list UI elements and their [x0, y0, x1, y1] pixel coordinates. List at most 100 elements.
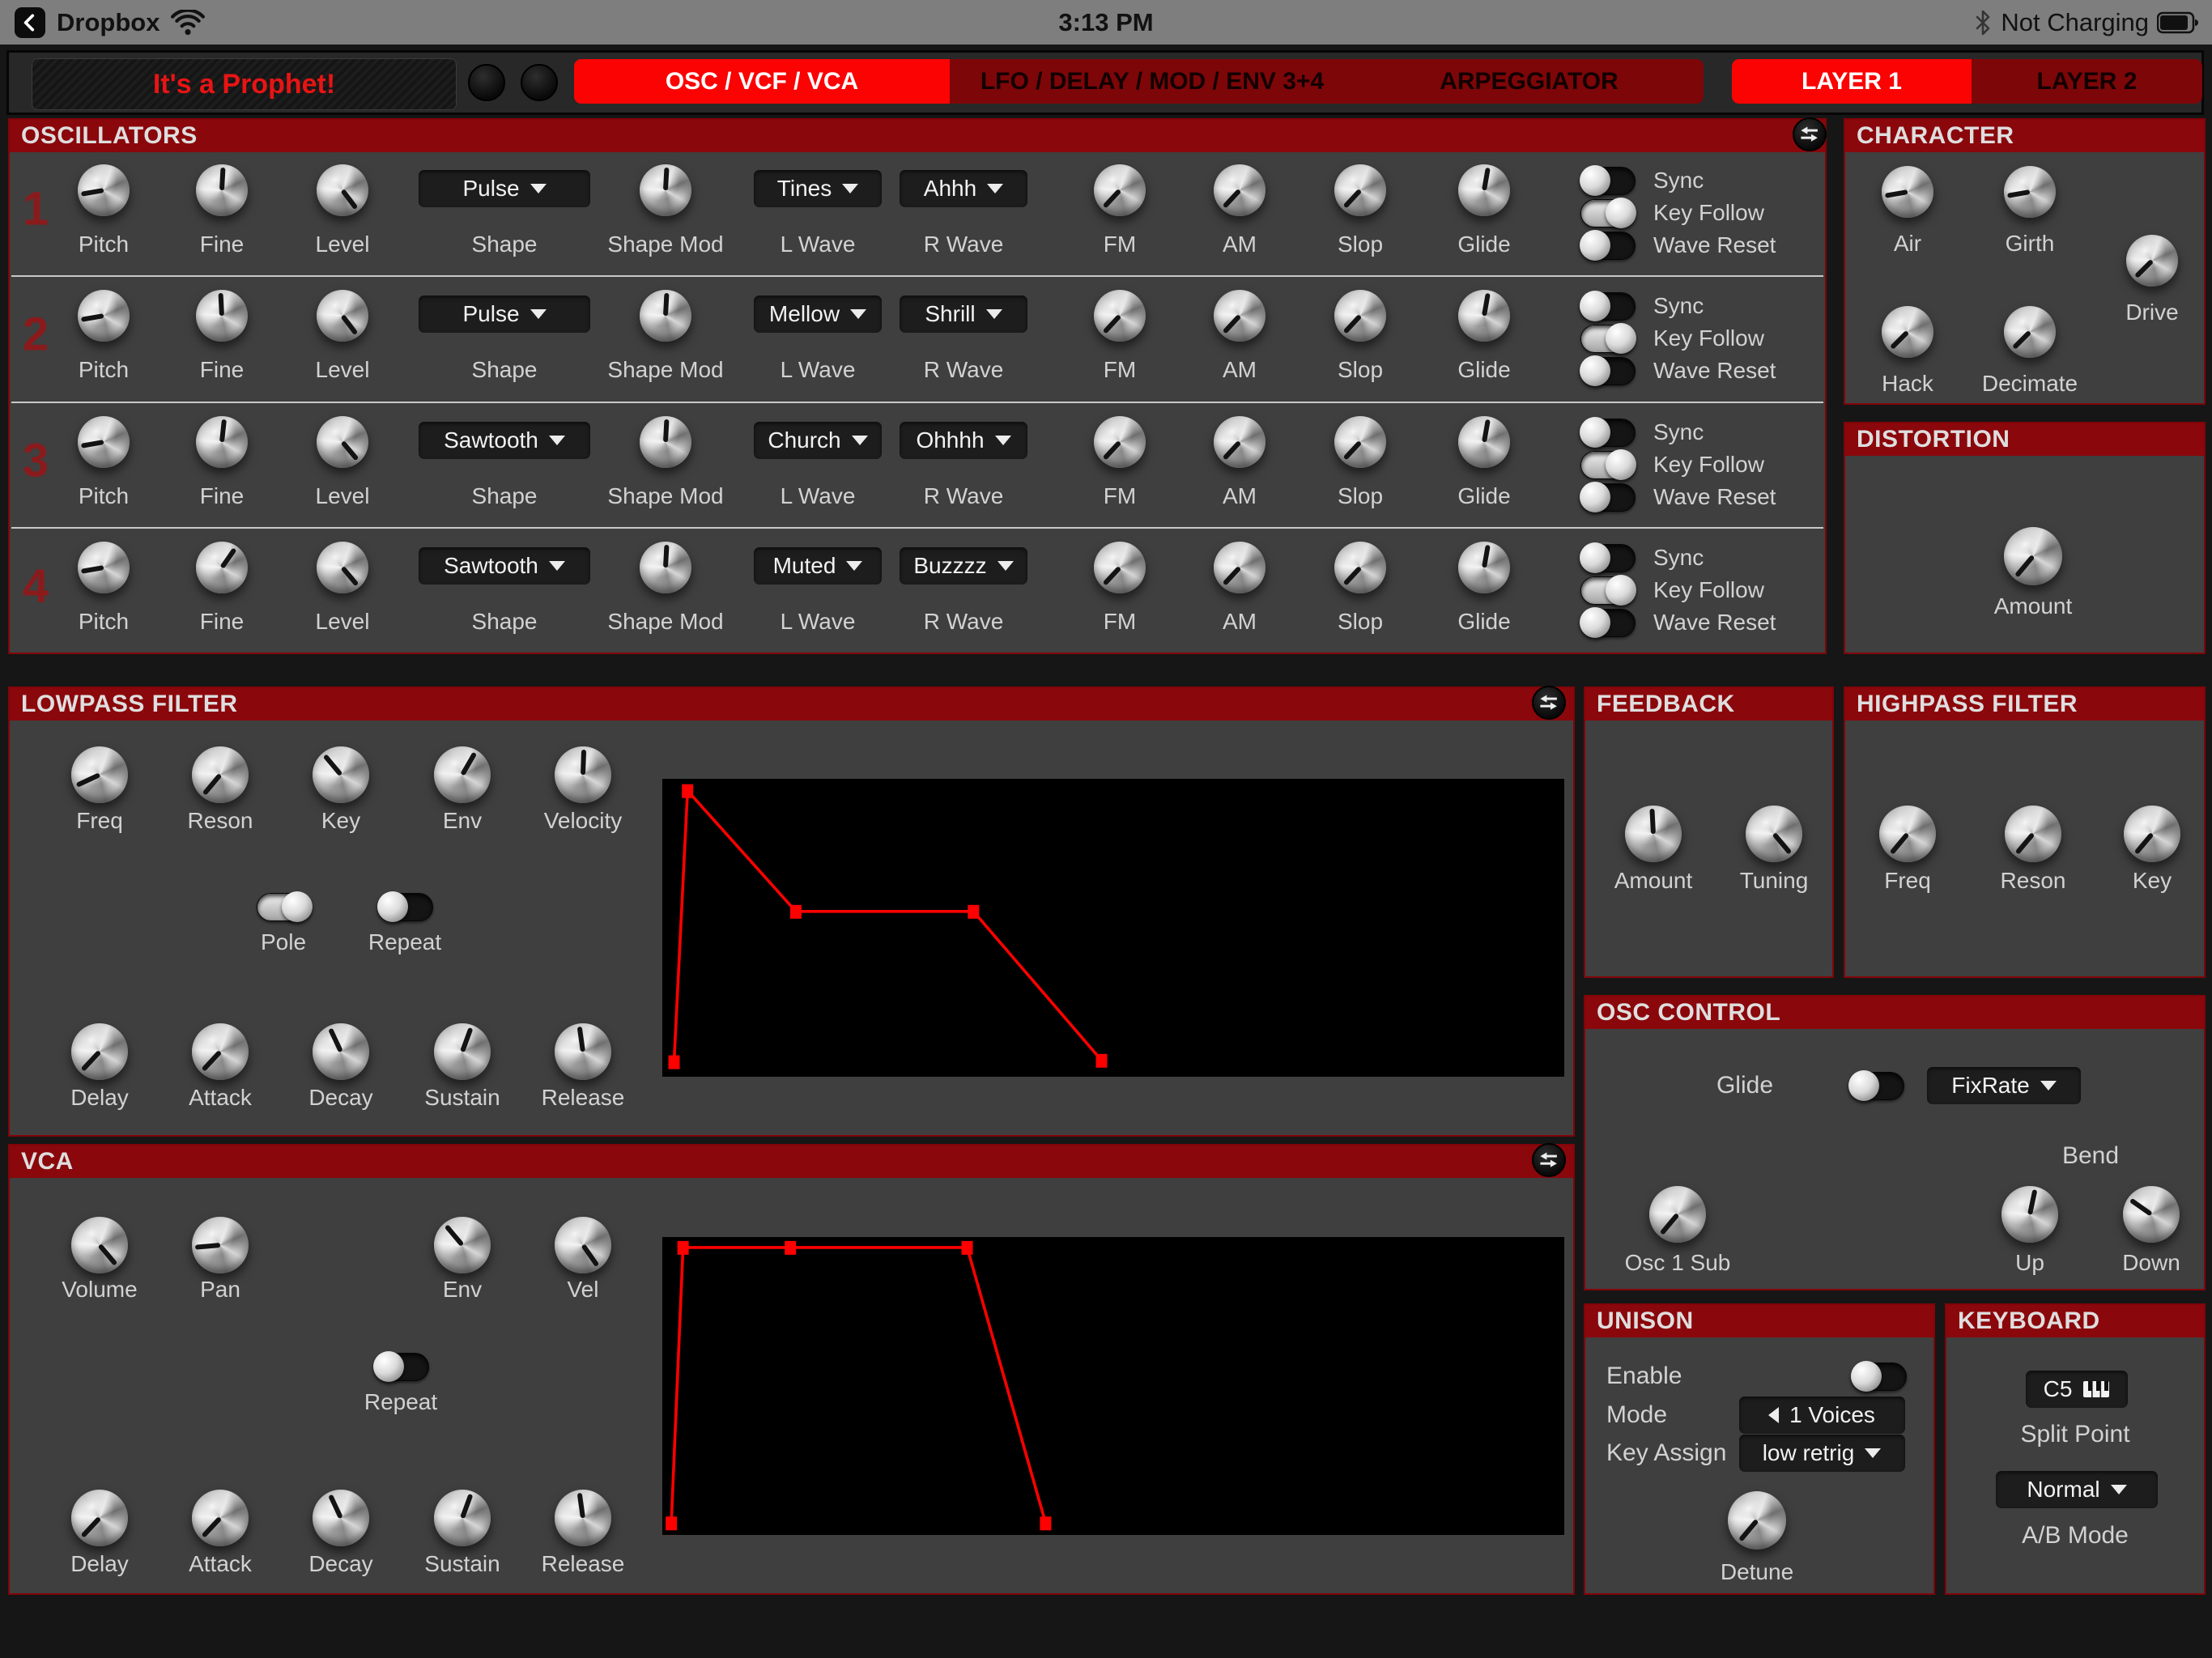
vca-env-release-knob[interactable]: [555, 1490, 611, 1546]
osc1-am-knob[interactable]: [1214, 164, 1266, 216]
osc-control-rate-dropdown[interactable]: FixRate: [1927, 1067, 2081, 1104]
osc2-level-knob[interactable]: [317, 290, 368, 342]
preset-prev-swap-button[interactable]: [468, 64, 505, 101]
osc3-key-follow-toggle[interactable]: [1580, 451, 1636, 479]
osc2-fine-knob[interactable]: [196, 290, 248, 342]
vca-env-sustain-knob[interactable]: [434, 1490, 491, 1546]
osc2-slop-knob[interactable]: [1334, 290, 1386, 342]
osc4-wave-reset-toggle[interactable]: [1580, 609, 1636, 637]
osc1-shape-dropdown[interactable]: Pulse: [419, 170, 590, 207]
osc1-l-wave-dropdown[interactable]: Tines: [754, 170, 882, 207]
osc4-key-follow-toggle[interactable]: [1580, 576, 1636, 605]
highpass-freq-knob[interactable]: [1879, 806, 1936, 862]
vca-env-delay-knob[interactable]: [71, 1490, 128, 1546]
osc2-sync-toggle[interactable]: [1580, 292, 1636, 321]
unison-enable-toggle[interactable]: [1852, 1363, 1907, 1391]
osc3-shape-dropdown[interactable]: Sawtooth: [419, 422, 590, 459]
lowpass-env-decay-knob[interactable]: [313, 1023, 369, 1080]
osc2-shape-mod-knob[interactable]: [640, 290, 691, 342]
osc-control-down-knob[interactable]: [2123, 1186, 2180, 1243]
osc1-wave-reset-toggle[interactable]: [1580, 232, 1636, 260]
osc4-slop-knob[interactable]: [1334, 542, 1386, 593]
vca-repeat-toggle[interactable]: [374, 1353, 429, 1381]
character-drive-knob[interactable]: [2126, 235, 2178, 287]
tab-arpeggiator[interactable]: ARPEGGIATOR: [1355, 59, 1704, 104]
osc1-level-knob[interactable]: [317, 164, 368, 216]
osc4-r-wave-dropdown[interactable]: Buzzzz: [900, 547, 1027, 585]
osc1-key-follow-toggle[interactable]: [1580, 199, 1636, 227]
osc2-key-follow-toggle[interactable]: [1580, 325, 1636, 353]
osc3-level-knob[interactable]: [317, 416, 368, 468]
osc2-r-wave-dropdown[interactable]: Shrill: [900, 295, 1027, 333]
highpass-key-knob[interactable]: [2124, 806, 2180, 862]
osc4-fine-knob[interactable]: [196, 542, 248, 593]
highpass-reson-knob[interactable]: [2005, 806, 2061, 862]
osc-control-osc-1-sub-knob[interactable]: [1649, 1186, 1706, 1243]
tab-lfo-delay-mod-env[interactable]: LFO / DELAY / MOD / ENV 3+4: [950, 59, 1355, 104]
tab-layer-2[interactable]: LAYER 2: [1972, 59, 2202, 104]
lowpass-reson-knob[interactable]: [192, 746, 249, 803]
osc4-am-knob[interactable]: [1214, 542, 1266, 593]
osc1-r-wave-dropdown[interactable]: Ahhh: [900, 170, 1027, 207]
osc3-shape-mod-knob[interactable]: [640, 416, 691, 468]
unison-mode-dropdown[interactable]: 1 Voices: [1739, 1397, 1905, 1434]
keyboard-mode-dropdown[interactable]: Normal: [1996, 1471, 2158, 1508]
osc2-pitch-knob[interactable]: [78, 290, 130, 342]
osc4-sync-toggle[interactable]: [1580, 544, 1636, 572]
preset-name-display[interactable]: It's a Prophet!: [32, 58, 457, 110]
lowpass-key-knob[interactable]: [313, 746, 369, 803]
character-girth-knob[interactable]: [2004, 166, 2056, 218]
vca-pan-knob[interactable]: [192, 1217, 249, 1273]
vca-env-decay-knob[interactable]: [313, 1490, 369, 1546]
osc-control-glide-toggle[interactable]: [1849, 1072, 1904, 1100]
osc3-r-wave-dropdown[interactable]: Ohhhh: [900, 422, 1027, 459]
osc3-l-wave-dropdown[interactable]: Church: [754, 422, 882, 459]
lowpass-env-sustain-knob[interactable]: [434, 1023, 491, 1080]
lowpass-pole-toggle[interactable]: [257, 893, 312, 921]
vca-env-knob[interactable]: [434, 1217, 491, 1273]
osc3-pitch-knob[interactable]: [78, 416, 130, 468]
lowpass-freq-knob[interactable]: [71, 746, 128, 803]
oscillators-copy-swap-button[interactable]: [1793, 117, 1827, 151]
osc3-sync-toggle[interactable]: [1580, 419, 1636, 447]
unison-detune-knob[interactable]: [1728, 1491, 1786, 1550]
feedback-amount-knob[interactable]: [1625, 806, 1682, 862]
character-decimate-knob[interactable]: [2004, 306, 2056, 358]
preset-next-swap-button[interactable]: [521, 64, 558, 101]
osc1-sync-toggle[interactable]: [1580, 167, 1636, 195]
lowpass-envelope-graph[interactable]: [662, 779, 1564, 1077]
lowpass-repeat-toggle[interactable]: [378, 893, 433, 921]
feedback-tuning-knob[interactable]: [1746, 806, 1802, 862]
osc2-l-wave-dropdown[interactable]: Mellow: [754, 295, 882, 333]
lowpass-velocity-knob[interactable]: [555, 746, 611, 803]
osc4-shape-dropdown[interactable]: Sawtooth: [419, 547, 590, 585]
osc4-l-wave-dropdown[interactable]: Muted: [754, 547, 882, 585]
lowpass-copy-swap-button[interactable]: [1532, 686, 1566, 720]
vca-vel-knob[interactable]: [555, 1217, 611, 1273]
character-air-knob[interactable]: [1882, 166, 1933, 218]
osc3-glide-knob[interactable]: [1458, 416, 1510, 468]
lowpass-env-knob[interactable]: [434, 746, 491, 803]
osc1-fine-knob[interactable]: [196, 164, 248, 216]
vca-copy-swap-button[interactable]: [1532, 1143, 1566, 1177]
osc2-shape-dropdown[interactable]: Pulse: [419, 295, 590, 333]
osc3-wave-reset-toggle[interactable]: [1580, 483, 1636, 512]
osc3-slop-knob[interactable]: [1334, 416, 1386, 468]
osc1-slop-knob[interactable]: [1334, 164, 1386, 216]
osc2-wave-reset-toggle[interactable]: [1580, 357, 1636, 385]
lowpass-env-attack-knob[interactable]: [192, 1023, 249, 1080]
distortion-amount-knob[interactable]: [2004, 527, 2062, 585]
character-hack-knob[interactable]: [1882, 306, 1933, 358]
osc2-glide-knob[interactable]: [1458, 290, 1510, 342]
tab-osc-vcf-vca[interactable]: OSC / VCF / VCA: [574, 59, 950, 104]
osc1-glide-knob[interactable]: [1458, 164, 1510, 216]
osc-control-up-knob[interactable]: [2001, 1186, 2058, 1243]
osc1-pitch-knob[interactable]: [78, 164, 130, 216]
osc2-am-knob[interactable]: [1214, 290, 1266, 342]
osc4-shape-mod-knob[interactable]: [640, 542, 691, 593]
osc4-glide-knob[interactable]: [1458, 542, 1510, 593]
osc3-am-knob[interactable]: [1214, 416, 1266, 468]
vca-envelope-graph[interactable]: [662, 1237, 1564, 1535]
osc4-level-knob[interactable]: [317, 542, 368, 593]
vca-volume-knob[interactable]: [71, 1217, 128, 1273]
